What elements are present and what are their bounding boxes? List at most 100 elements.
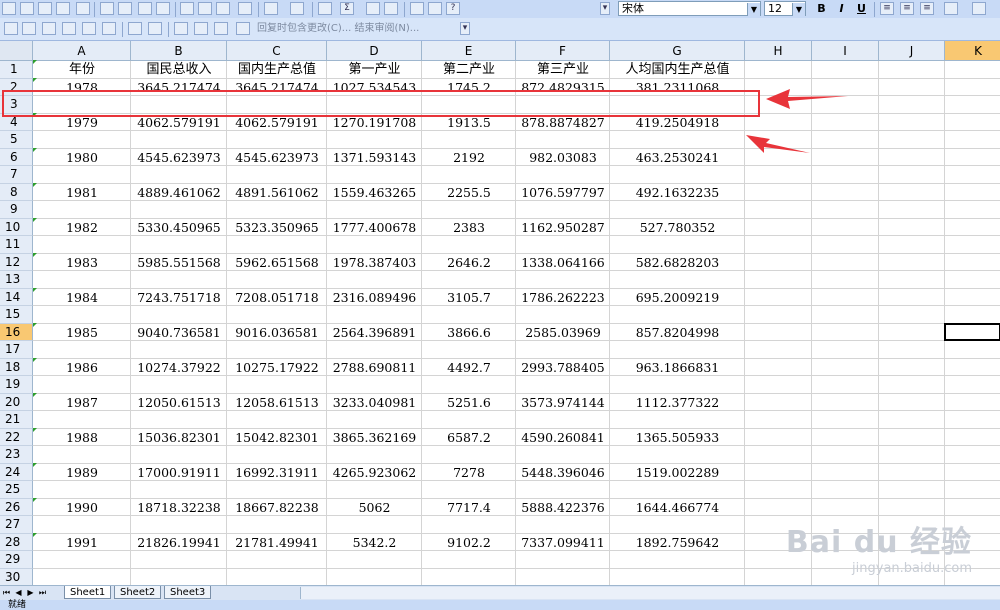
data-cell[interactable]: 2255.5 — [422, 184, 516, 201]
data-cell[interactable]: 4590.260841 — [516, 429, 610, 446]
open-folder-icon[interactable] — [20, 2, 34, 15]
reply-changes-icon[interactable] — [236, 22, 250, 35]
data-cell[interactable]: 1981 — [33, 184, 131, 201]
row-header-13[interactable]: 13 — [0, 271, 33, 289]
data-cell[interactable]: 5985.551568 — [131, 254, 227, 271]
row-header-10[interactable]: 10 — [0, 218, 33, 236]
data-cell[interactable]: 5342.2 — [327, 534, 422, 551]
data-cell[interactable]: 3573.974144 — [516, 394, 610, 411]
data-cell[interactable]: 492.1632235 — [610, 184, 745, 201]
data-cell[interactable]: 2192 — [422, 149, 516, 166]
research-icon[interactable] — [156, 2, 170, 15]
chevron-down-icon[interactable]: ▼ — [747, 3, 760, 16]
data-cell[interactable]: 2993.788405 — [516, 359, 610, 376]
data-cell[interactable]: 7337.099411 — [516, 534, 610, 551]
data-cell[interactable]: 21781.49941 — [227, 534, 327, 551]
data-cell[interactable]: 1365.505933 — [610, 429, 745, 446]
data-cell[interactable]: 1076.597797 — [516, 184, 610, 201]
row-header-7[interactable]: 7 — [0, 166, 33, 184]
data-cell[interactable]: 21826.19941 — [131, 534, 227, 551]
folder-icon[interactable] — [4, 22, 18, 35]
review-commands[interactable]: 回复时包含更改(C)... 结束审阅(N)... — [257, 21, 455, 36]
row-header-29[interactable]: 29 — [0, 551, 33, 569]
data-cell[interactable]: 5888.422376 — [516, 499, 610, 516]
row-header-6[interactable]: 6 — [0, 148, 33, 166]
data-cell[interactable]: 2646.2 — [422, 254, 516, 271]
error-indicator-icon[interactable] — [33, 147, 37, 152]
data-cell[interactable]: 963.1866831 — [610, 359, 745, 376]
paste-icon[interactable] — [216, 2, 230, 15]
row-header-11[interactable]: 11 — [0, 236, 33, 254]
data-cell[interactable]: 9016.036581 — [227, 324, 327, 341]
data-cell[interactable]: 1989 — [33, 464, 131, 481]
data-cell[interactable]: 3233.040981 — [327, 394, 422, 411]
last-sheet-icon[interactable]: ⏭ — [38, 587, 47, 598]
row-header-28[interactable]: 28 — [0, 533, 33, 551]
header-cell[interactable]: 年份 — [33, 61, 131, 78]
sort-descending-icon[interactable] — [384, 2, 398, 15]
data-cell[interactable]: 3865.362169 — [327, 429, 422, 446]
row-header-26[interactable]: 26 — [0, 498, 33, 516]
print-preview-icon[interactable] — [118, 2, 132, 15]
data-cell[interactable]: 1988 — [33, 429, 131, 446]
column-header-h[interactable]: H — [745, 41, 812, 61]
data-cell[interactable]: 1987 — [33, 394, 131, 411]
header-cell[interactable]: 第二产业 — [422, 61, 516, 78]
align-left-icon[interactable]: ≡ — [880, 2, 894, 15]
copy-icon[interactable] — [198, 2, 212, 15]
data-cell[interactable]: 16992.31911 — [227, 464, 327, 481]
column-header-j[interactable]: J — [879, 41, 945, 61]
data-cell[interactable]: 1982 — [33, 219, 131, 236]
row-header-5[interactable]: 5 — [0, 131, 33, 149]
data-cell[interactable]: 1978.387403 — [327, 254, 422, 271]
data-cell[interactable]: 7243.751718 — [131, 289, 227, 306]
data-cell[interactable]: 5962.651568 — [227, 254, 327, 271]
show-comment-icon[interactable] — [62, 22, 76, 35]
error-indicator-icon[interactable] — [33, 497, 37, 502]
data-cell[interactable]: 1644.466774 — [610, 499, 745, 516]
data-cell[interactable]: 582.6828203 — [610, 254, 745, 271]
data-cell[interactable]: 1786.262223 — [516, 289, 610, 306]
error-indicator-icon[interactable] — [33, 462, 37, 467]
format-painter-icon[interactable] — [238, 2, 252, 15]
row-header-30[interactable]: 30 — [0, 568, 33, 585]
data-cell[interactable]: 1980 — [33, 149, 131, 166]
data-cell[interactable]: 463.2530241 — [610, 149, 745, 166]
share-icon[interactable] — [194, 22, 208, 35]
toolbar-options-icon[interactable]: ▾ — [600, 2, 610, 15]
active-cell-selection[interactable] — [944, 322, 1000, 341]
row-header-14[interactable]: 14 — [0, 288, 33, 306]
help-icon[interactable]: ? — [446, 2, 460, 15]
row-header-22[interactable]: 22 — [0, 428, 33, 446]
column-header-k[interactable]: K — [945, 41, 1000, 61]
error-indicator-icon[interactable] — [33, 182, 37, 187]
track-changes-icon[interactable] — [148, 22, 162, 35]
data-cell[interactable]: 10275.17922 — [227, 359, 327, 376]
spelling-icon[interactable] — [138, 2, 152, 15]
autosum-icon[interactable]: Σ — [340, 2, 354, 15]
error-indicator-icon[interactable] — [33, 252, 37, 257]
show-all-comments-icon[interactable] — [82, 22, 96, 35]
data-cell[interactable]: 17000.91911 — [131, 464, 227, 481]
underline-icon[interactable]: U — [854, 1, 869, 16]
data-cell[interactable]: 1519.002289 — [610, 464, 745, 481]
undo-icon[interactable] — [264, 2, 278, 15]
column-header-c[interactable]: C — [227, 41, 327, 61]
cut-icon[interactable] — [180, 2, 194, 15]
sheet-tab-sheet3[interactable]: Sheet3 — [164, 586, 212, 599]
data-cell[interactable]: 15036.82301 — [131, 429, 227, 446]
header-cell[interactable]: 第三产业 — [516, 61, 610, 78]
data-cell[interactable]: 6587.2 — [422, 429, 516, 446]
header-cell[interactable]: 国内生产总值 — [227, 61, 327, 78]
previous-comment-icon[interactable] — [22, 22, 36, 35]
data-cell[interactable]: 1777.400678 — [327, 219, 422, 236]
data-cell[interactable]: 1892.759642 — [610, 534, 745, 551]
row-header-20[interactable]: 20 — [0, 393, 33, 411]
first-sheet-icon[interactable]: ⏮ — [2, 587, 11, 598]
chevron-down-icon[interactable]: ▼ — [792, 3, 805, 16]
row-header-18[interactable]: 18 — [0, 358, 33, 376]
align-right-icon[interactable]: ≡ — [920, 2, 934, 15]
data-cell[interactable]: 18718.32238 — [131, 499, 227, 516]
font-size-select[interactable]: 12 ▼ — [764, 1, 806, 16]
column-header-g[interactable]: G — [610, 41, 745, 61]
